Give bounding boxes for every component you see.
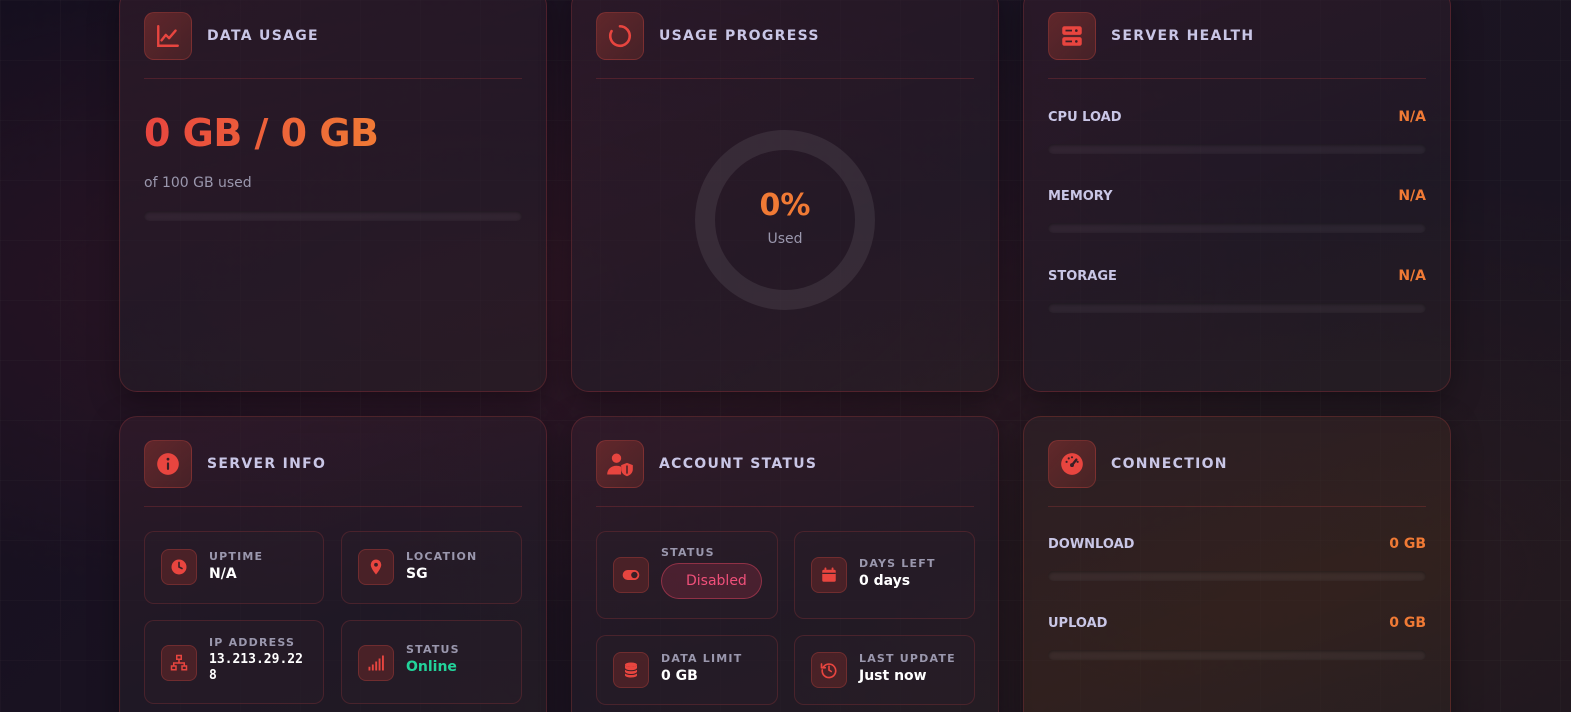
location-label: LOCATION xyxy=(406,550,478,563)
usage-progress-card: USAGE PROGRESS 0% Used xyxy=(571,0,999,392)
usage-progress-title: USAGE PROGRESS xyxy=(659,27,820,44)
data-limit-value: 0 GB xyxy=(661,668,698,684)
history-icon xyxy=(811,652,847,688)
connection-card: CONNECTION DOWNLOAD 0 GB UPLOAD 0 GB xyxy=(1023,416,1451,712)
info-icon xyxy=(144,439,192,488)
database-icon xyxy=(613,652,649,688)
server-info-title: SERVER INFO xyxy=(207,455,327,472)
server-icon xyxy=(1048,11,1096,60)
signal-bars-icon xyxy=(358,645,394,681)
gauge-icon xyxy=(1048,439,1096,488)
download-label: DOWNLOAD xyxy=(1048,536,1135,552)
storage-metric: STORAGE N/A xyxy=(1048,266,1426,313)
account-state-badge: Disabled xyxy=(661,563,762,599)
server-health-title: SERVER HEALTH xyxy=(1111,27,1255,44)
account-state-tile: STATUS Disabled xyxy=(596,531,778,619)
uptime-value: N/A xyxy=(209,566,237,582)
user-shield-icon xyxy=(596,439,644,488)
server-info-card: SERVER INFO UPTIME N/A LOCATION SG IP AD… xyxy=(119,416,547,712)
memory-metric: MEMORY N/A xyxy=(1048,186,1426,233)
days-left-tile: DAYS LEFT 0 days xyxy=(794,531,975,619)
location-tile: LOCATION SG xyxy=(341,531,522,604)
ip-address-value[interactable]: 13.213.29.228 xyxy=(209,652,309,684)
location-value: SG xyxy=(406,566,428,582)
account-status-card: ACCOUNT STATUS STATUS Disabled DAYS LEFT… xyxy=(571,416,999,712)
days-left-value: 0 days xyxy=(859,573,911,589)
server-info-header: SERVER INFO xyxy=(144,431,522,507)
upload-bar xyxy=(1048,650,1426,660)
download-value: 0 GB xyxy=(1389,536,1426,552)
storage-value: N/A xyxy=(1398,268,1426,284)
connection-title: CONNECTION xyxy=(1111,455,1228,472)
data-limit-label: DATA LIMIT xyxy=(661,652,743,665)
memory-value: N/A xyxy=(1398,188,1426,204)
storage-bar xyxy=(1048,303,1426,313)
network-icon xyxy=(161,645,197,681)
upload-metric: UPLOAD 0 GB xyxy=(1048,613,1426,660)
calendar-icon xyxy=(811,557,847,593)
cpu-load-value: N/A xyxy=(1398,109,1426,125)
data-usage-progress-bar xyxy=(144,211,522,221)
line-chart-icon xyxy=(144,11,192,60)
download-metric: DOWNLOAD 0 GB xyxy=(1048,534,1426,581)
last-update-label: LAST UPDATE xyxy=(859,652,956,665)
server-status-tile: STATUS Online xyxy=(341,620,522,704)
download-bar xyxy=(1048,571,1426,581)
account-status-title: ACCOUNT STATUS xyxy=(659,455,818,472)
account-status-header: ACCOUNT STATUS xyxy=(596,431,974,507)
data-usage-card: DATA USAGE 0 GB / 0 GB of 100 GB used xyxy=(119,0,547,392)
toggle-icon xyxy=(613,557,649,593)
cpu-load-metric: CPU LOAD N/A xyxy=(1048,107,1426,154)
last-update-tile: LAST UPDATE Just now xyxy=(794,635,975,705)
server-health-card: SERVER HEALTH CPU LOAD N/A MEMORY N/A ST… xyxy=(1023,0,1451,392)
data-usage-title: DATA USAGE xyxy=(207,27,319,44)
data-usage-subtext: of 100 GB used xyxy=(144,175,252,191)
cpu-load-label: CPU LOAD xyxy=(1048,109,1122,125)
upload-label: UPLOAD xyxy=(1048,615,1108,631)
uptime-label: UPTIME xyxy=(209,550,264,563)
account-state-label: STATUS xyxy=(661,546,715,559)
circle-notch-icon xyxy=(596,11,644,60)
ip-address-label: IP ADDRESS xyxy=(209,636,296,649)
data-limit-tile: DATA LIMIT 0 GB xyxy=(596,635,778,705)
connection-header: CONNECTION xyxy=(1048,431,1426,507)
map-pin-icon xyxy=(358,549,394,585)
server-status-label: STATUS xyxy=(406,643,460,656)
usage-progress-header: USAGE PROGRESS xyxy=(596,3,974,79)
usage-donut: 0% Used xyxy=(695,130,875,310)
usage-percent: 0% xyxy=(759,187,811,223)
memory-label: MEMORY xyxy=(1048,188,1113,204)
data-usage-amount: 0 GB / 0 GB xyxy=(144,111,379,155)
ip-address-tile: IP ADDRESS 13.213.29.228 xyxy=(144,620,324,704)
server-health-header: SERVER HEALTH xyxy=(1048,3,1426,79)
server-status-value: Online xyxy=(406,659,457,675)
data-usage-header: DATA USAGE xyxy=(144,3,522,79)
upload-value: 0 GB xyxy=(1389,615,1426,631)
storage-label: STORAGE xyxy=(1048,268,1117,284)
clock-icon xyxy=(161,549,197,585)
memory-bar xyxy=(1048,223,1426,233)
days-left-label: DAYS LEFT xyxy=(859,557,936,570)
cpu-load-bar xyxy=(1048,144,1426,154)
usage-percent-label: Used xyxy=(767,230,803,247)
last-update-value: Just now xyxy=(859,668,927,684)
uptime-tile: UPTIME N/A xyxy=(144,531,324,604)
